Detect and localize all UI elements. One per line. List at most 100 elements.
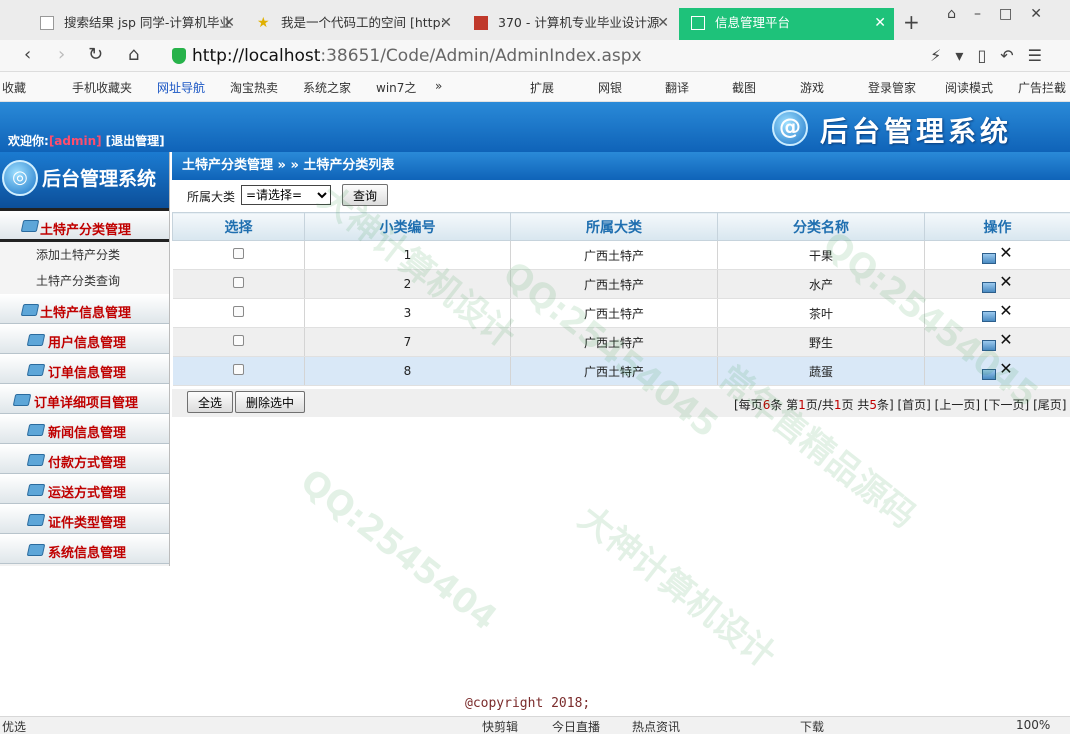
zoom-level[interactable]: 100%: [1016, 718, 1050, 732]
close-icon[interactable]: ✕: [657, 8, 669, 38]
table-footer: 全选 删除选中 [每页6条 第1页/共1页 共5条] [首页] [上一页] [下…: [172, 389, 1070, 417]
browser-tab-2[interactable]: ★ 我是一个代码工的空间 [http: ✕: [245, 8, 460, 40]
menu-label: 土特产分类管理: [40, 219, 131, 238]
delete-selected-button[interactable]: 删除选中: [235, 391, 305, 413]
new-tab-button[interactable]: +: [903, 10, 920, 34]
sidebar-menu-order[interactable]: 订单信息管理: [0, 354, 169, 384]
edit-icon[interactable]: [982, 282, 996, 293]
sidebar-menu-id-type[interactable]: 证件类型管理: [0, 504, 169, 534]
sidebar-menu-specialty-info[interactable]: 土特产信息管理: [0, 294, 169, 324]
category-table: 选择 小类编号 所属大类 分类名称 操作 1 广西土特产 干果 ✕ 2 广西土特…: [172, 212, 1070, 386]
row-checkbox[interactable]: [233, 248, 244, 259]
delete-icon[interactable]: ✕: [999, 359, 1012, 378]
column-header[interactable]: 所属大类: [511, 213, 718, 241]
pager-last-link[interactable]: [尾页]: [1033, 398, 1066, 412]
menu-icon: [27, 334, 46, 346]
delete-icon[interactable]: ✕: [999, 301, 1012, 320]
browser-tab-active[interactable]: 信息管理平台 ✕: [679, 8, 894, 40]
menu-label: 系统信息管理: [48, 542, 126, 561]
sidebar-menu-order-detail[interactable]: 订单详细项目管理: [0, 384, 169, 414]
pager-text: 条]: [877, 398, 894, 412]
bookmark-item[interactable]: 系统之家: [303, 79, 351, 96]
sidebar-item-add-category[interactable]: 添加土特产分类: [0, 242, 169, 268]
row-checkbox[interactable]: [233, 364, 244, 375]
row-checkbox[interactable]: [233, 277, 244, 288]
home-icon[interactable]: ⌂: [128, 44, 139, 65]
bookmark-item[interactable]: 登录管家: [868, 79, 916, 96]
site-icon: [474, 16, 488, 30]
close-icon[interactable]: ✕: [440, 8, 452, 38]
edit-icon[interactable]: [982, 311, 996, 322]
bookmark-item[interactable]: 手机收藏夹: [72, 79, 132, 96]
status-item[interactable]: 今日直播: [552, 718, 600, 735]
bookmark-item[interactable]: 游戏: [800, 79, 824, 96]
status-item[interactable]: 下载: [800, 718, 824, 735]
shield-icon: [172, 48, 186, 64]
app-header: 欢迎你:[admin][退出管理] @ 后台管理系统: [0, 102, 1070, 152]
sidebar-menu-payment[interactable]: 付款方式管理: [0, 444, 169, 474]
bookmark-item[interactable]: 网银: [598, 79, 622, 96]
sidebar-item-query-category[interactable]: 土特产分类查询: [0, 268, 169, 294]
row-checkbox[interactable]: [233, 306, 244, 317]
bookmark-item[interactable]: 阅读模式: [945, 79, 993, 96]
column-header[interactable]: 小类编号: [305, 213, 511, 241]
reload-icon[interactable]: ↻: [88, 44, 103, 65]
bookmark-item[interactable]: 截图: [732, 79, 756, 96]
brand-logo: @ 后台管理系统: [772, 108, 1042, 148]
cell-name: 干果: [718, 241, 925, 270]
browser-tools-icons[interactable]: ⚡▾▯↶☰: [930, 46, 1056, 65]
delete-icon[interactable]: ✕: [999, 243, 1012, 262]
table-row: 7 广西土特产 野生 ✕: [173, 328, 1070, 357]
sidebar-menu-news[interactable]: 新闻信息管理: [0, 414, 169, 444]
pager-next-link[interactable]: [下一页]: [984, 398, 1029, 412]
close-icon[interactable]: ✕: [223, 8, 235, 38]
status-item[interactable]: 热点资讯: [632, 718, 680, 735]
back-icon[interactable]: ‹: [24, 44, 31, 65]
menu-icon: [27, 544, 46, 556]
table-row: 8 广西土特产 蔬蛋 ✕: [173, 357, 1070, 386]
bookmark-item[interactable]: win7之: [376, 79, 416, 96]
query-button[interactable]: 查询: [342, 184, 388, 206]
edit-icon[interactable]: [982, 369, 996, 380]
sidebar-menu-specialty-category[interactable]: 土特产分类管理: [0, 208, 169, 242]
username[interactable]: [admin]: [49, 134, 102, 148]
breadcrumb: 土特产分类管理 » » 土特产分类列表: [172, 152, 1070, 180]
status-item[interactable]: 快剪辑: [482, 718, 518, 735]
bookmark-item[interactable]: 收藏: [2, 79, 26, 96]
window-controls[interactable]: ⌂–□✕: [947, 6, 1060, 22]
address-bar: ‹ › ↻ ⌂ http://localhost:38651/Code/Admi…: [0, 40, 1070, 72]
delete-icon[interactable]: ✕: [999, 330, 1012, 349]
close-icon[interactable]: ✕: [874, 8, 886, 38]
browser-tab-3[interactable]: 370 - 计算机专业毕业设计源 ✕: [462, 8, 677, 40]
url-input[interactable]: http://localhost:38651/Code/Admin/AdminI…: [162, 44, 962, 68]
sidebar-menu-system[interactable]: 系统信息管理: [0, 534, 169, 564]
bookmark-item[interactable]: 淘宝热卖: [230, 79, 278, 96]
status-left[interactable]: 优选: [2, 718, 26, 735]
category-select[interactable]: =请选择=: [241, 185, 331, 205]
logout-link[interactable]: [退出管理]: [106, 134, 165, 148]
bookmark-item[interactable]: 网址导航: [157, 79, 205, 96]
menu-label: 订单信息管理: [48, 362, 126, 381]
sidebar-menu-shipping[interactable]: 运送方式管理: [0, 474, 169, 504]
edit-icon[interactable]: [982, 253, 996, 264]
menu-label: 用户信息管理: [48, 332, 126, 351]
bookmark-item[interactable]: 广告拦截: [1018, 79, 1066, 96]
delete-icon[interactable]: ✕: [999, 272, 1012, 291]
pager-first-link[interactable]: [首页]: [897, 398, 930, 412]
menu-label: 土特产信息管理: [40, 302, 131, 321]
browser-tab-1[interactable]: 搜索结果 jsp 同学-计算机毕业 ✕: [28, 8, 243, 40]
pager-prev-link[interactable]: [上一页]: [935, 398, 980, 412]
row-checkbox[interactable]: [233, 335, 244, 346]
menu-label: 订单详细项目管理: [34, 392, 138, 411]
column-header[interactable]: 分类名称: [718, 213, 925, 241]
cell-name: 野生: [718, 328, 925, 357]
bookmark-item[interactable]: 翻译: [665, 79, 689, 96]
bookmark-item[interactable]: 扩展: [530, 79, 554, 96]
select-all-button[interactable]: 全选: [187, 391, 233, 413]
edit-icon[interactable]: [982, 340, 996, 351]
chevron-right-icon[interactable]: »: [435, 79, 442, 93]
sidebar-menu-user[interactable]: 用户信息管理: [0, 324, 169, 354]
menu-icon: [27, 424, 46, 436]
forward-icon[interactable]: ›: [58, 44, 65, 65]
pager-text: 页 共: [841, 398, 869, 412]
